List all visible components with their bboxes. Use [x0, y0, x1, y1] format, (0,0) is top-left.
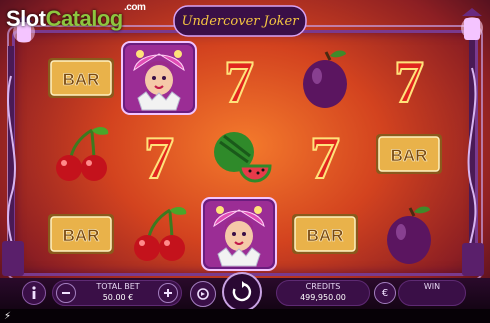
- svg-text:BAR: BAR: [307, 226, 344, 245]
- cherry-symbol-icon: [134, 207, 187, 261]
- joker-wild-symbol-icon: [201, 197, 277, 271]
- reel-cell-r1-c5: 7: [370, 40, 448, 116]
- total-bet-value: 50.00 €: [102, 293, 134, 302]
- minus-icon: [62, 292, 70, 294]
- reel-cell-r3-c4: BAR: [286, 196, 364, 272]
- bottom-strip: [0, 309, 490, 323]
- reel-cell-r2-c5: BAR: [370, 116, 448, 192]
- reel-cell-r2-c4: 7: [286, 116, 364, 192]
- increase-bet-button[interactable]: [158, 283, 178, 303]
- bar-symbol-icon: BAR: [376, 134, 442, 174]
- svg-text:7: 7: [310, 125, 340, 191]
- seven-symbol-icon: 7: [223, 48, 255, 116]
- currency-symbol: €: [381, 287, 389, 299]
- decrease-bet-button[interactable]: [56, 283, 76, 303]
- left-lamp-post-icon: [2, 46, 24, 276]
- game-title-logo: Undercover Joker: [173, 5, 307, 37]
- total-bet-label: TOTAL BET: [96, 282, 140, 291]
- seven-symbol-icon: 7: [309, 124, 341, 192]
- plus-icon: [164, 289, 172, 297]
- credits-label: CREDITS: [305, 282, 341, 291]
- seven-symbol-icon: 7: [143, 124, 175, 192]
- reel-cell-r1-c2: [120, 40, 198, 116]
- currency-button[interactable]: €: [374, 282, 396, 304]
- lightning-icon: ⚡: [4, 311, 12, 322]
- bar-symbol-icon: BAR: [292, 214, 358, 254]
- svg-text:7: 7: [144, 125, 174, 191]
- svg-text:BAR: BAR: [63, 226, 100, 245]
- plum-symbol-icon: [387, 206, 431, 264]
- watermark-slot-text: Slot: [6, 6, 46, 31]
- reel-cell-r2-c3: [200, 116, 278, 192]
- seven-symbol-icon: 7: [393, 48, 425, 116]
- watermark-com-text: .com: [124, 2, 146, 13]
- game-screen: Undercover Joker SlotCatalog .com TOTAL …: [0, 0, 490, 323]
- svg-text:BAR: BAR: [391, 146, 428, 165]
- reel-cell-r1-c1: BAR: [42, 40, 120, 116]
- svg-text:BAR: BAR: [63, 70, 100, 89]
- info-button[interactable]: [22, 281, 46, 305]
- reel-cell-r3-c3: [200, 196, 278, 272]
- watermark-catalog-text: Catalog: [45, 6, 124, 31]
- credits-value: 499,950.00: [300, 293, 346, 302]
- bar-symbol-icon: BAR: [48, 58, 114, 98]
- right-lamp-post-icon: [461, 8, 484, 276]
- cherry-symbol-icon: [56, 127, 109, 181]
- reel-cell-r3-c1: BAR: [42, 196, 120, 272]
- reel-cell-r1-c3: 7: [200, 40, 278, 116]
- joker-wild-symbol-icon: [121, 41, 197, 115]
- autoplay-icon: [197, 288, 209, 300]
- autoplay-button[interactable]: [190, 281, 216, 307]
- bar-symbol-icon: BAR: [48, 214, 114, 254]
- info-icon: [32, 286, 36, 299]
- svg-text:7: 7: [394, 49, 424, 115]
- plum-symbol-icon: [303, 50, 347, 108]
- reel-cell-r2-c2: 7: [120, 116, 198, 192]
- game-title: Undercover Joker: [182, 14, 300, 29]
- reel-cell-r3-c2: [120, 196, 198, 272]
- spin-icon: [232, 281, 252, 302]
- reel-cell-r1-c4: [286, 40, 364, 116]
- svg-text:7: 7: [224, 49, 254, 115]
- spin-button[interactable]: [222, 272, 262, 312]
- reel-cell-r2-c1: [42, 116, 120, 192]
- win-label: WIN: [423, 282, 441, 291]
- watermelon-symbol-icon: [214, 132, 272, 183]
- reel-cell-r3-c5: [370, 196, 448, 272]
- slotcatalog-watermark: SlotCatalog .com: [6, 2, 146, 32]
